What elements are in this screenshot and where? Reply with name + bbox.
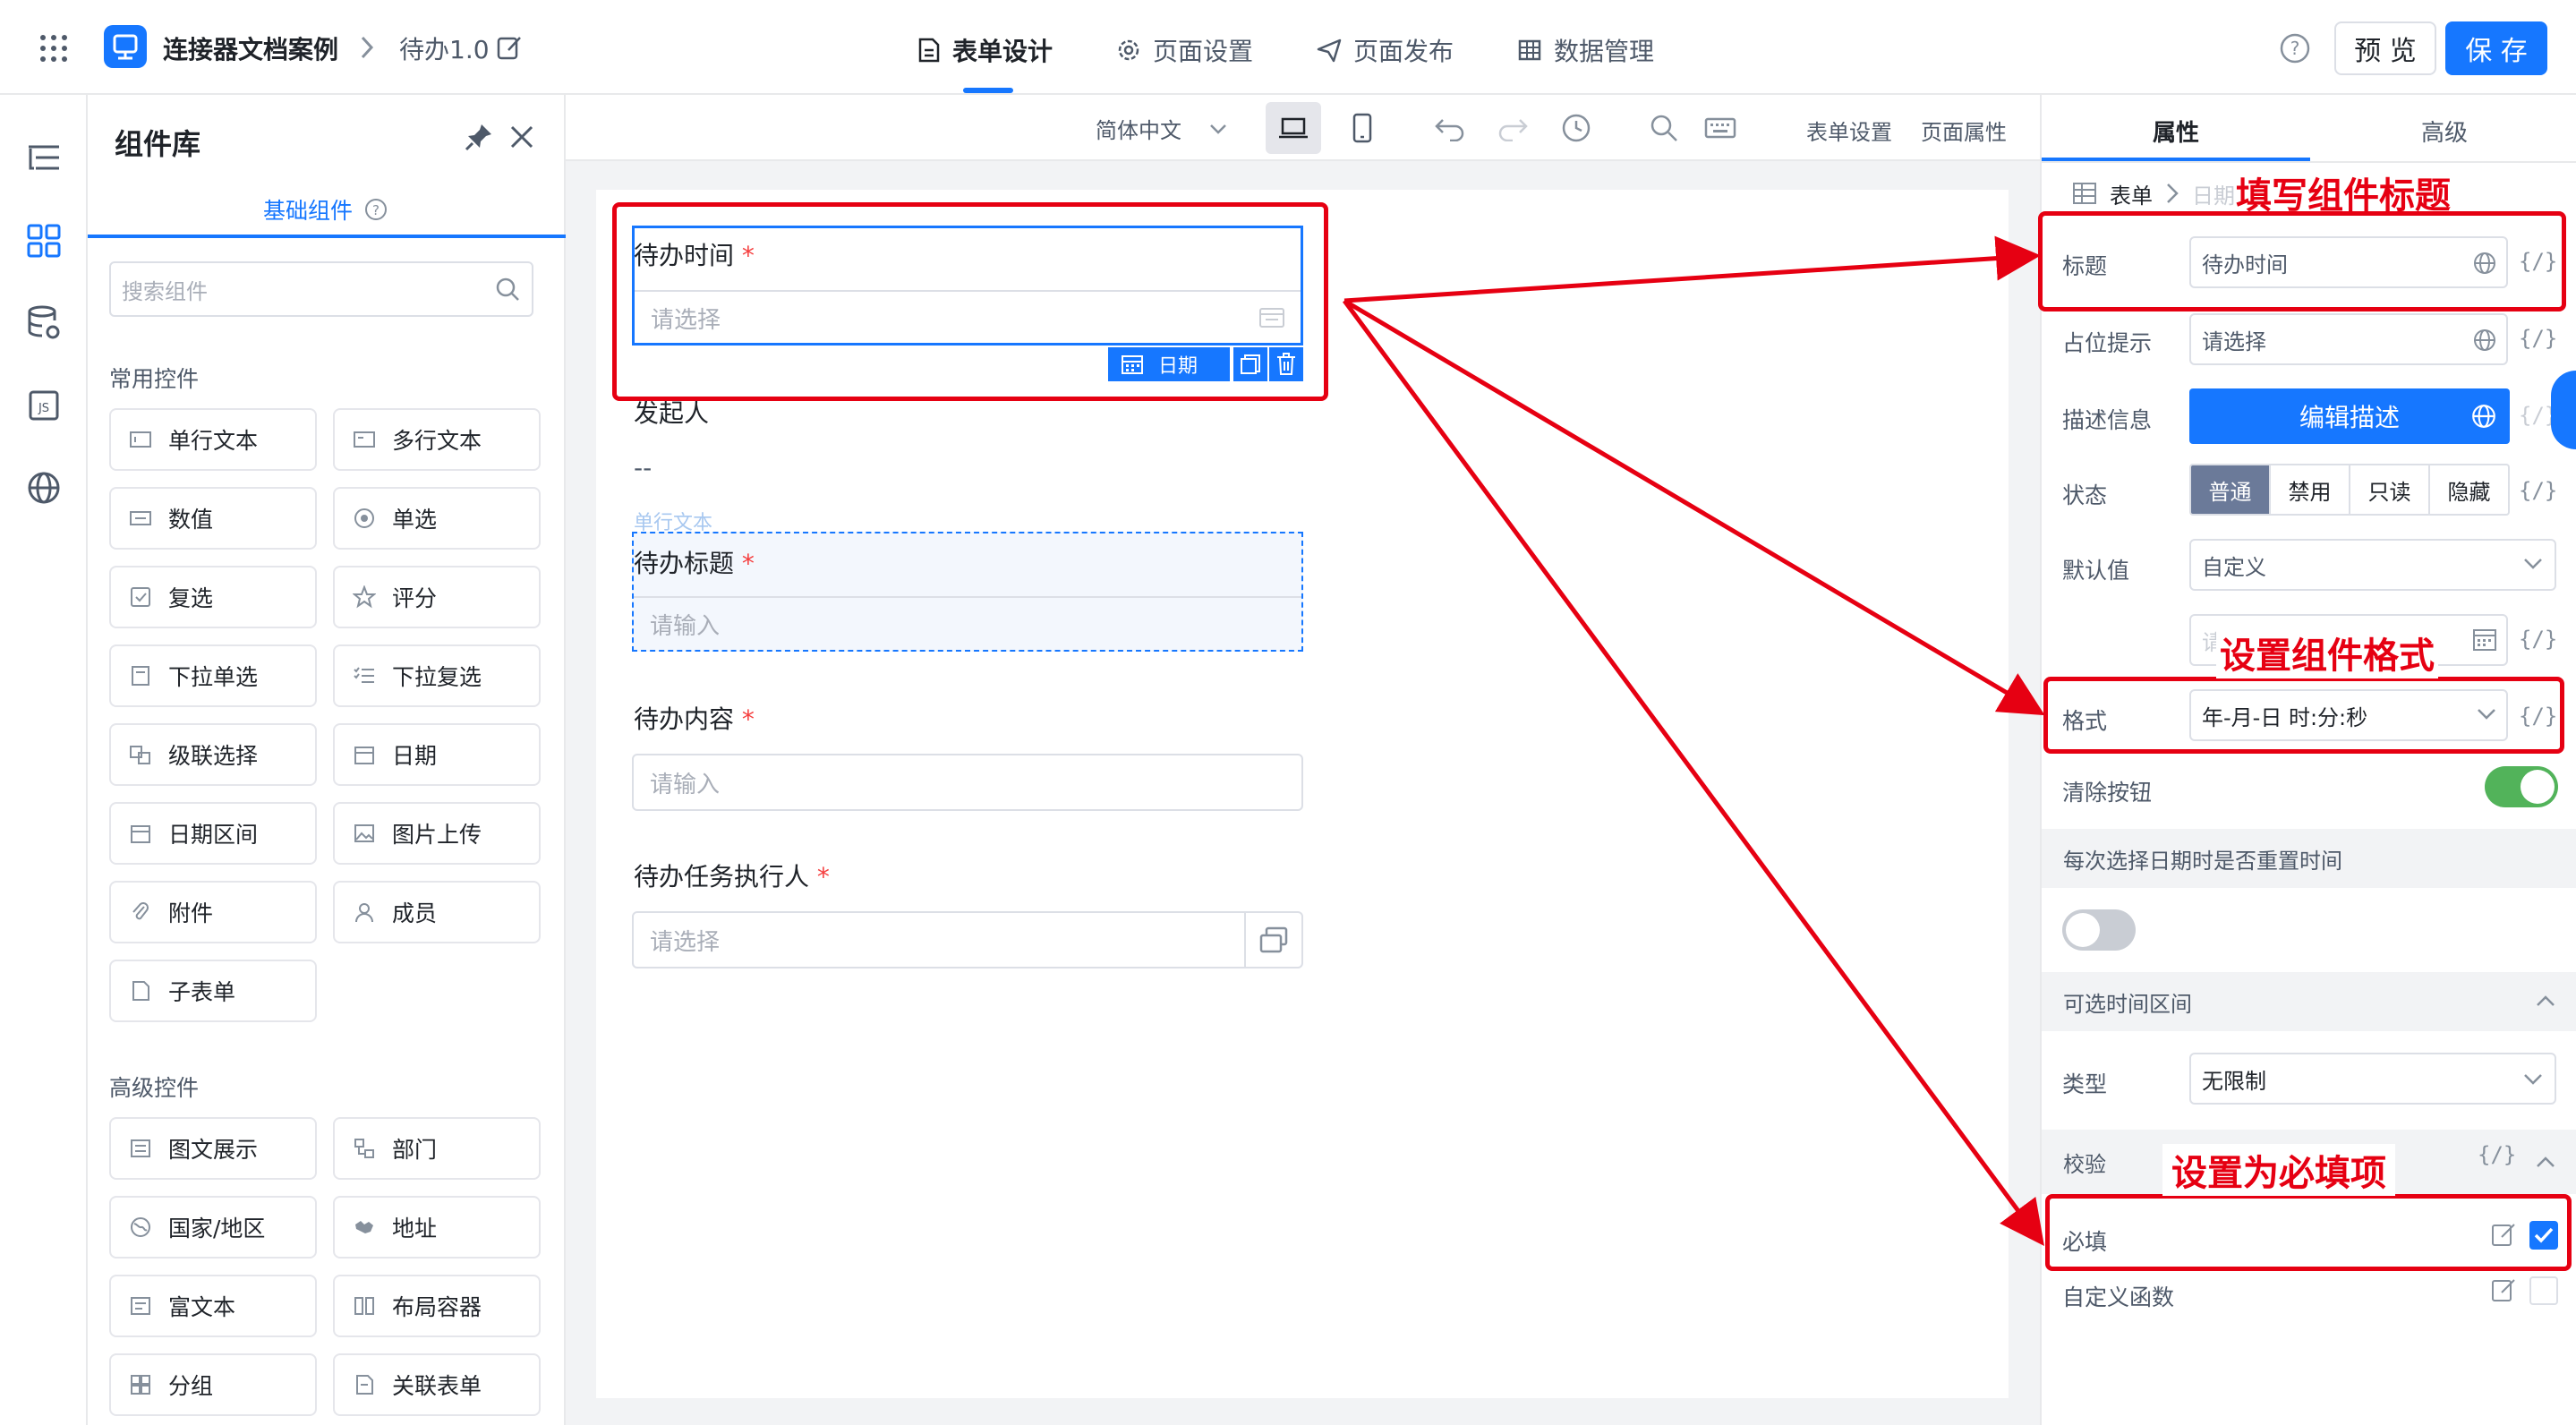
annotation-arrows — [1342, 235, 2045, 1247]
annotation-arrow-title — [1343, 235, 2041, 303]
annotation-arrow-required — [1342, 299, 2044, 1247]
annotation-arrow-format — [1343, 298, 2045, 716]
